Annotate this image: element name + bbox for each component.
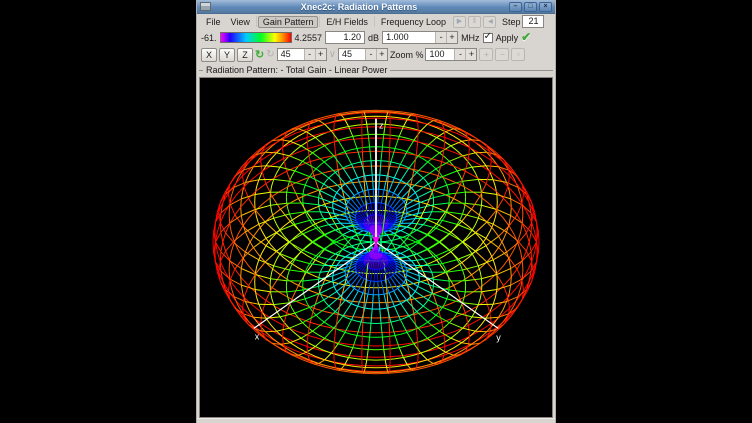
zoom-spinner: 100 - + <box>425 48 477 61</box>
db-unit-label: dB <box>368 33 379 43</box>
loop-play-button[interactable]: ▶ <box>453 16 466 28</box>
menu-separator <box>319 16 320 27</box>
rotate-arrow-icon: ↻ <box>255 49 264 61</box>
axis-x-button[interactable]: X <box>201 48 217 62</box>
chevron-down-icon: ∨ <box>329 49 336 60</box>
plot-area[interactable]: x y z <box>199 77 553 418</box>
rotate-input[interactable]: 45 <box>278 49 304 60</box>
colormap-gradient <box>220 32 292 43</box>
title-bar[interactable]: Xnec2c: Radiation Patterns – □ × <box>197 0 555 14</box>
apply-checkbox[interactable]: ✓ <box>483 33 493 43</box>
frequency-decrement-button[interactable]: - <box>435 32 446 43</box>
axis-y-button[interactable]: Y <box>219 48 235 62</box>
play-icon: ▶ <box>457 18 462 25</box>
db-input[interactable]: 1.20 <box>325 31 365 44</box>
apply-label: Apply <box>496 33 519 43</box>
x-axis-label: x <box>255 331 260 341</box>
zoom-out-button: − <box>495 48 509 61</box>
pattern-axes <box>254 119 498 329</box>
mhz-label: MHz <box>461 33 480 43</box>
incline-toggle-button: ∨ <box>329 48 336 62</box>
zoom-input[interactable]: 100 <box>426 49 454 60</box>
axis-z-button[interactable]: Z <box>237 48 253 62</box>
zoom-out-icon: − <box>500 50 505 59</box>
menu-view[interactable]: View <box>226 16 255 28</box>
step-input[interactable]: 21 <box>522 15 544 28</box>
view-toolbar: X Y Z ↻ ↻ 45 - + ∨ 45 - + Zoom % 100 - +… <box>197 46 555 63</box>
zoom-in-button: + <box>479 48 493 61</box>
rotate-disabled-icon: ↻ <box>266 49 274 60</box>
rotate-disabled-button: ↻ <box>266 48 274 62</box>
rewind-icon: ◀ <box>488 19 491 25</box>
window-bottom-border[interactable] <box>197 418 555 423</box>
rotate-spinner: 45 - + <box>277 48 327 61</box>
frequency-spinner: 1.000 - + <box>382 31 458 44</box>
rotate-decrement-button[interactable]: - <box>304 49 315 60</box>
gain-min-label: -61. <box>201 33 217 43</box>
menu-file[interactable]: File <box>201 16 226 28</box>
menu-separator <box>256 16 257 27</box>
rotate-reset-button[interactable]: ↻ <box>255 48 264 62</box>
close-button[interactable]: × <box>539 2 552 12</box>
incline-increment-button[interactable]: + <box>376 49 387 60</box>
zoom-in-icon: + <box>484 50 489 59</box>
loop-rewind-button[interactable]: ◀ <box>483 16 496 28</box>
frequency-input[interactable]: 1.000 <box>383 32 435 43</box>
menu-separator <box>374 16 375 27</box>
zoom-reset-icon: ▫ <box>517 50 520 59</box>
frame-line <box>390 70 553 71</box>
pause-icon: ‖ <box>473 18 476 25</box>
window-title: Xnec2c: Radiation Patterns <box>211 2 507 12</box>
pattern-frame-label: Radiation Pattern: - Total Gain - Linear… <box>203 65 390 75</box>
z-axis-label: z <box>379 121 384 131</box>
menu-gain-pattern[interactable]: Gain Pattern <box>258 16 319 28</box>
loop-pause-button[interactable]: ‖ <box>468 16 481 28</box>
menu-bar: File View Gain Pattern E/H Fields Freque… <box>197 14 555 29</box>
incline-decrement-button[interactable]: - <box>365 49 376 60</box>
pattern-svg[interactable]: x y z <box>200 78 553 416</box>
gain-toolbar: -61. 4.2557 1.20 dB 1.000 - + MHz ✓ Appl… <box>197 29 555 46</box>
menu-frequency-loop[interactable]: Frequency Loop <box>376 16 451 28</box>
maximize-button[interactable]: □ <box>524 2 537 12</box>
menu-eh-fields[interactable]: E/H Fields <box>321 16 373 28</box>
rotate-increment-button[interactable]: + <box>315 49 326 60</box>
zoom-label: Zoom % <box>390 50 424 60</box>
incline-input[interactable]: 45 <box>339 49 365 60</box>
y-axis-label: y <box>496 332 501 342</box>
checkmark-icon: ✓ <box>484 31 492 42</box>
zoom-decrement-button[interactable]: - <box>454 49 465 60</box>
pattern-frame-header: Radiation Pattern: - Total Gain - Linear… <box>197 63 555 77</box>
zoom-increment-button[interactable]: + <box>465 49 476 60</box>
zoom-reset-button: ▫ <box>511 48 525 61</box>
step-label: Step <box>500 17 523 27</box>
xnec2c-window: Xnec2c: Radiation Patterns – □ × File Vi… <box>196 0 556 423</box>
apply-confirm-button[interactable]: ✔ <box>521 31 531 44</box>
apply-check-icon: ✔ <box>521 30 531 44</box>
incline-spinner: 45 - + <box>338 48 388 61</box>
gain-max-label: 4.2557 <box>295 33 323 43</box>
window-icon[interactable] <box>200 2 211 11</box>
minimize-button[interactable]: – <box>509 2 522 12</box>
frequency-increment-button[interactable]: + <box>446 32 457 43</box>
